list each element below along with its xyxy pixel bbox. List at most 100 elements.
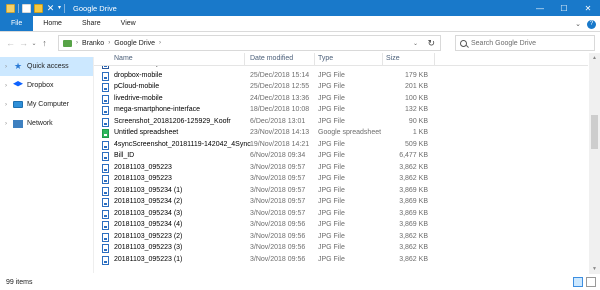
file-row[interactable]: 20181103_095234 (4) 3/Nov/2018 09:56 JPG F… — [94, 220, 588, 232]
details-view-icon[interactable] — [573, 277, 583, 287]
vertical-scrollbar[interactable]: ▲ ▼ — [589, 53, 600, 274]
tab-share[interactable]: Share — [72, 16, 111, 31]
image-file-icon — [102, 140, 109, 150]
breadcrumb-chevron-icon[interactable]: › — [108, 40, 110, 46]
file-row[interactable]: 4syncScreenshot_20181119-142042_4Sync 19/… — [94, 140, 588, 152]
column-header-size[interactable]: Size — [386, 55, 400, 62]
properties-icon[interactable] — [22, 3, 31, 13]
file-row[interactable]: 20181103_095223 (1) 3/Nov/2018 09:56 JPG F… — [94, 255, 588, 267]
new-folder-icon[interactable] — [34, 3, 43, 13]
forward-button[interactable]: → — [17, 35, 30, 51]
file-row[interactable]: mega-smartphone-interface 18/Dec/2018 10:… — [94, 105, 588, 117]
maximize-button[interactable]: ☐ — [552, 0, 576, 16]
sidebar-item-label: Quick access — [27, 63, 69, 70]
column-separator[interactable] — [314, 53, 315, 65]
file-row[interactable]: Untitled spreadsheet 23/Nov/2018 14:13 Goo… — [94, 128, 588, 140]
column-header-name[interactable]: Name — [114, 55, 133, 62]
file-icon-cell — [102, 129, 109, 138]
sidebar-item-quick-access[interactable]: › ★ Quick access — [0, 57, 93, 76]
google-drive-icon — [63, 39, 72, 47]
file-type: JPG File — [318, 255, 345, 263]
file-row[interactable]: Bill_ID 6/Nov/2018 09:34 JPG File 6,477 KB — [94, 151, 588, 163]
sidebar-item-dropbox[interactable]: › Dropbox — [0, 76, 93, 95]
file-row[interactable]: 20181103_095234 (2) 3/Nov/2018 09:57 JPG F… — [94, 197, 588, 209]
close-button[interactable]: ✕ — [576, 0, 600, 16]
sidebar-item-network[interactable]: › Network — [0, 114, 93, 133]
file-row[interactable]: pCloud-mobile 25/Dec/2018 12:55 JPG File 20… — [94, 82, 588, 94]
file-row[interactable]: 20181103_095223 (2) 3/Nov/2018 09:56 JPG F… — [94, 232, 588, 244]
file-row[interactable]: 20181103_095234 (3) 3/Nov/2018 09:57 JPG F… — [94, 209, 588, 221]
file-date: 25/Dec/2018 15:14 — [250, 71, 310, 79]
column-header-date[interactable]: Date modified — [250, 55, 293, 62]
file-row[interactable]: 20181103_095234 (1) 3/Nov/2018 09:57 JPG F… — [94, 186, 588, 198]
scrollbar-thumb[interactable] — [591, 115, 598, 149]
file-row[interactable]: dropbox-mobile 25/Dec/2018 15:14 JPG File 1… — [94, 71, 588, 83]
delete-x-icon[interactable]: ✕ — [46, 3, 55, 13]
file-name: mega-smartphone-interface — [114, 106, 200, 113]
file-size: 1 KB — [412, 129, 428, 136]
address-dropdown-icon[interactable]: ⌄ — [413, 36, 418, 50]
breadcrumb-branko[interactable]: Branko — [82, 40, 104, 47]
file-size: 3,862 KB — [399, 163, 428, 171]
expand-ribbon-chevron-icon[interactable]: ⌄ — [575, 20, 581, 28]
large-icons-view-icon[interactable] — [586, 277, 596, 287]
window-controls: — ☐ ✕ — [528, 0, 600, 16]
file-name: 20181103_095234 (2) — [114, 198, 183, 205]
scroll-up-arrow-icon[interactable]: ▲ — [589, 53, 600, 63]
recent-locations-chevron-icon[interactable]: ⌄ — [30, 35, 38, 51]
breadcrumb-google-drive[interactable]: Google Drive — [114, 40, 155, 47]
file-row[interactable]: Screenshot_20181206-125929_Koofr 6/Dec/20… — [94, 117, 588, 129]
up-button[interactable]: ↑ — [38, 35, 51, 51]
file-icon-cell — [102, 244, 109, 253]
expand-chevron-icon[interactable]: › — [5, 121, 13, 127]
file-name: 20181103_095234 (1) — [114, 186, 183, 194]
file-row[interactable]: livedrive-mobile 24/Dec/2018 13:36 JPG Fil… — [94, 94, 588, 106]
scroll-down-arrow-icon[interactable]: ▼ — [589, 264, 600, 274]
expand-chevron-icon[interactable]: › — [5, 102, 13, 108]
spreadsheet-file-icon — [102, 129, 109, 138]
file-type: JPG File — [318, 244, 345, 251]
file-name: 20181103_095223 (1) — [114, 255, 183, 263]
file-row[interactable]: 20181103_095223 (3) 3/Nov/2018 09:56 JPG F… — [94, 243, 588, 255]
file-row[interactable]: 20181103_095223 3/Nov/2018 09:57 JPG File 3… — [94, 163, 588, 175]
back-button[interactable]: ← — [4, 35, 17, 51]
file-date: 23/Nov/2018 14:13 — [250, 129, 310, 136]
column-header-type[interactable]: Type — [318, 55, 333, 62]
search-input[interactable]: Search Google Drive — [455, 35, 595, 51]
file-size: 3,869 KB — [399, 186, 428, 194]
search-placeholder: Search Google Drive — [471, 39, 536, 47]
customize-toolbar-caret-icon[interactable]: ▾ — [58, 4, 61, 13]
refresh-icon[interactable]: ↻ — [427, 36, 435, 50]
sidebar-item-my-computer[interactable]: › My Computer — [0, 95, 93, 114]
file-name: Bill_ID — [114, 152, 135, 159]
tab-home[interactable]: Home — [33, 16, 72, 31]
address-bar[interactable]: › Branko › Google Drive › ⌄ ↻ — [58, 35, 441, 51]
dropbox-icon — [13, 81, 23, 87]
file-size: 90 KB — [408, 117, 428, 125]
expand-chevron-icon[interactable]: › — [5, 64, 13, 70]
file-date: 3/Nov/2018 09:57 — [250, 175, 306, 182]
column-separator[interactable] — [434, 53, 435, 65]
file-icon-cell — [102, 221, 109, 230]
file-size: 3,862 KB — [399, 232, 428, 240]
file-size: 3,869 KB — [399, 209, 428, 217]
help-icon[interactable]: ? — [587, 19, 596, 29]
file-size: 3,869 KB — [399, 221, 428, 228]
column-separator[interactable] — [382, 53, 383, 65]
image-file-icon — [102, 94, 109, 104]
window-title: Google Drive — [73, 3, 117, 13]
file-type: JPG File — [318, 117, 345, 125]
minimize-button[interactable]: — — [528, 0, 552, 16]
breadcrumb-chevron-icon[interactable]: › — [76, 40, 78, 46]
expand-chevron-icon[interactable]: › — [5, 83, 13, 89]
tab-file[interactable]: File — [0, 16, 34, 31]
image-file-icon — [102, 106, 109, 115]
file-icon-cell — [102, 152, 109, 161]
file-date: 3/Nov/2018 09:56 — [250, 232, 306, 240]
file-row[interactable]: 20181103_095223 3/Nov/2018 09:57 JPG File 3… — [94, 174, 588, 186]
image-file-icon — [102, 117, 109, 127]
tab-view[interactable]: View — [111, 16, 146, 31]
column-separator[interactable] — [244, 53, 245, 65]
title-bar: ✕ ▾ Google Drive — ☐ ✕ — [0, 0, 600, 16]
breadcrumb-chevron-icon[interactable]: › — [159, 40, 161, 46]
